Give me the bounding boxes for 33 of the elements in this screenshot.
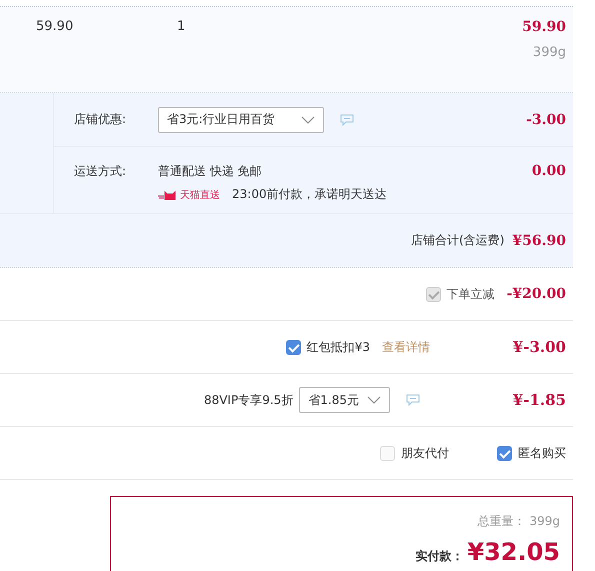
message-icon[interactable] — [340, 114, 354, 126]
delivery-badge: 天猫直送 — [158, 188, 220, 202]
shipping-amount: 0.00 — [532, 163, 566, 179]
quantity: 1 — [177, 19, 186, 34]
discount-amount: -3.00 — [526, 112, 566, 128]
checkbox[interactable] — [497, 446, 512, 460]
total-weight: 399g — [529, 514, 560, 528]
discount-select[interactable]: 省1.85元 — [299, 387, 390, 413]
shipping-label: 运送方式: — [74, 163, 128, 180]
chevron-down-icon — [301, 116, 315, 124]
promotion-label: 红包抵扣¥3 — [306, 338, 370, 356]
promotion-amount: ¥-1.85 — [512, 391, 566, 409]
promotion-amount: ¥-3.00 — [512, 338, 566, 356]
unit-price: 59.90 — [36, 19, 74, 34]
chevron-down-icon — [367, 396, 381, 404]
promotion-label: 88VIP专享9.5折 — [204, 392, 294, 408]
option-label: 匿名购买 — [518, 444, 566, 462]
coupon-select[interactable]: 省3元:行业日用百货 — [158, 106, 324, 132]
subtotal: 59.90 — [522, 19, 566, 35]
pay-label: 实付款： — [415, 548, 464, 565]
option-label: 朋友代付 — [401, 444, 449, 462]
delivery-promise: 23:00前付款，承诺明天送达 — [232, 186, 387, 203]
checkbox[interactable] — [286, 340, 301, 354]
store-total-amount: ¥56.90 — [512, 232, 566, 248]
pay-amount: ¥32.05 — [467, 538, 560, 566]
weight-label: 总重量： — [477, 513, 526, 530]
promotion-amount: -¥20.00 — [506, 286, 566, 302]
promotion-label: 下单立减 — [446, 286, 495, 302]
store-total-label: 店铺合计(含运费) — [411, 232, 504, 249]
message-icon[interactable] — [406, 394, 420, 406]
item-weight: 399g — [532, 45, 566, 60]
shipping-method: 普通配送 快递 免邮 — [158, 163, 263, 180]
discount-label: 店铺优惠: — [74, 111, 128, 128]
